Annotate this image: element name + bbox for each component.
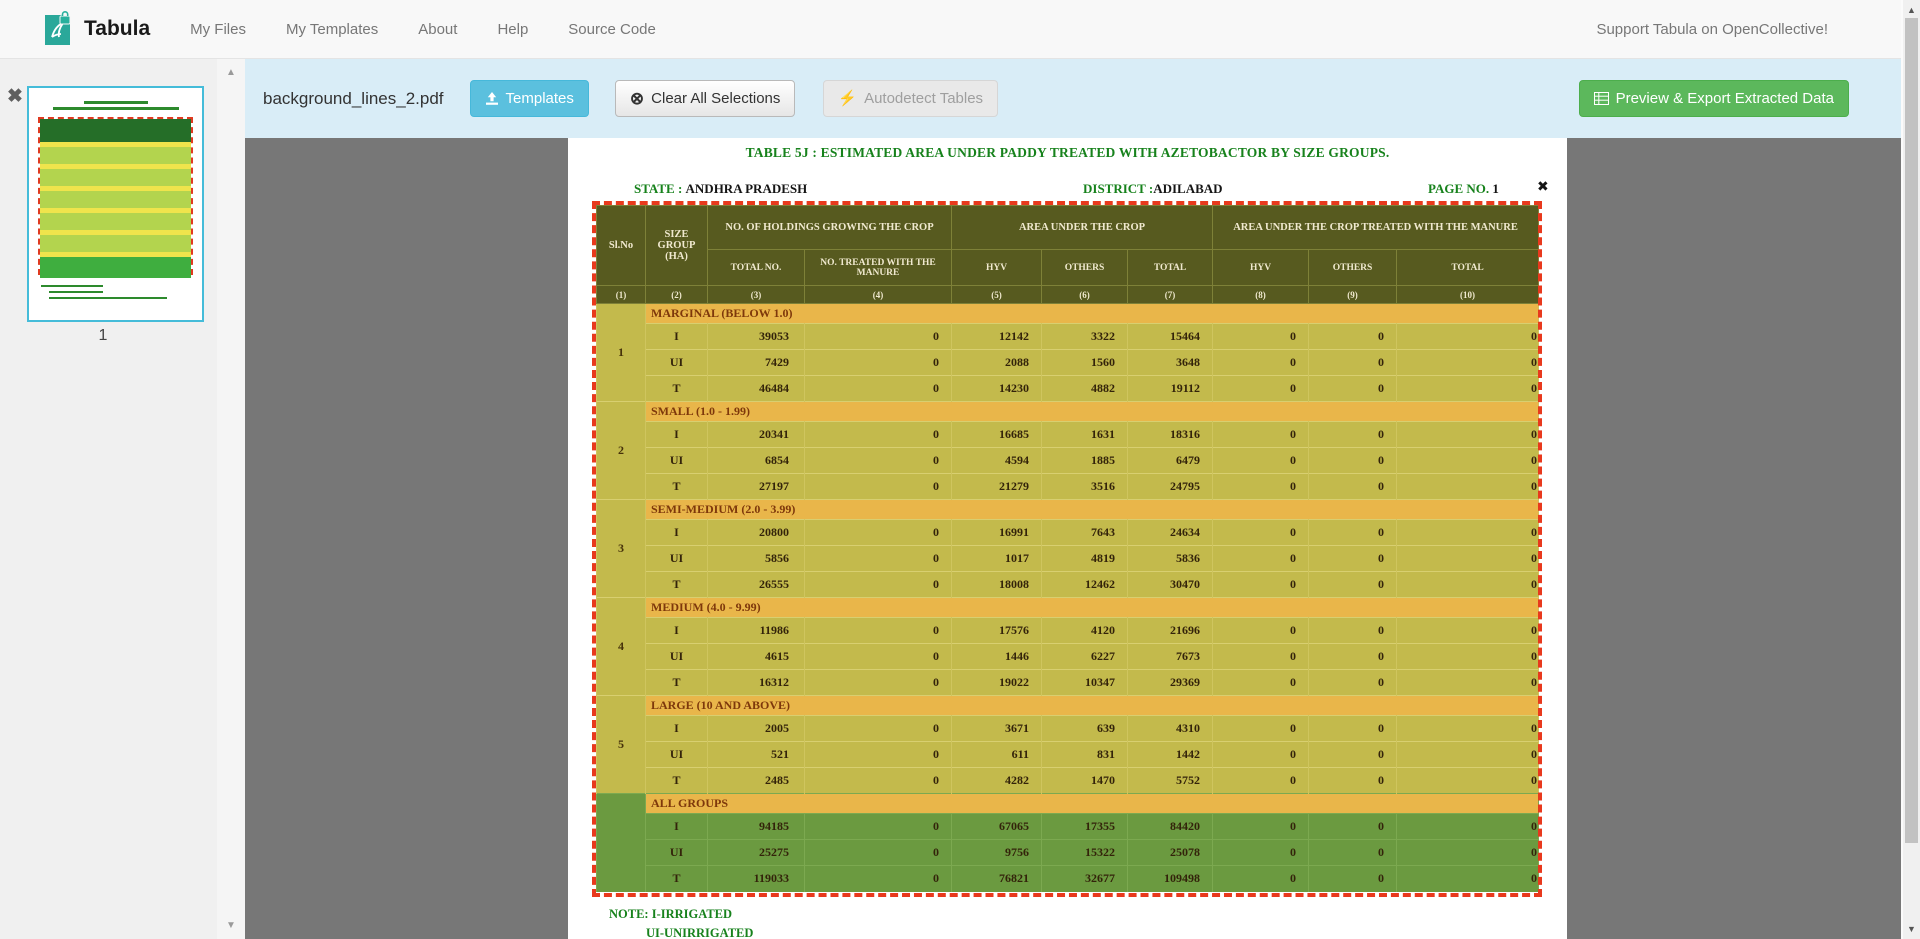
templates-button[interactable]: Templates [470, 80, 589, 117]
clear-label: Clear All Selections [651, 90, 780, 107]
state-field: STATE : ANDHRA PRADESH [634, 181, 807, 197]
window-scrollbar[interactable]: ▲ ▼ [1901, 0, 1920, 939]
brand-title[interactable]: Tabula [84, 17, 150, 41]
open-file-name: background_lines_2.pdf [263, 89, 444, 109]
upload-icon [485, 92, 499, 105]
templates-label: Templates [506, 90, 574, 107]
thumbnail-table-preview [38, 117, 193, 275]
district-field: DISTRICT :ADILABAD [1083, 181, 1223, 197]
autodetect-tables-button[interactable]: ⚡ Autodetect Tables [823, 80, 998, 117]
thumbnail-subtitle-line [53, 107, 179, 110]
scrollbar-down-icon[interactable]: ▼ [1903, 924, 1920, 934]
sidebar-scrollbar[interactable]: ▲ ▼ [217, 59, 245, 939]
navbar: Tabula My Files My Templates About Help … [0, 0, 1920, 59]
nav-about[interactable]: About [418, 21, 457, 38]
tabula-logo-icon[interactable] [43, 11, 73, 47]
page-thumbnail[interactable] [27, 86, 204, 322]
note-line-1: NOTE: I-IRRIGATED [609, 907, 732, 922]
nav-source-code[interactable]: Source Code [568, 21, 656, 38]
preview-export-button[interactable]: Preview & Export Extracted Data [1579, 80, 1849, 117]
note-line-2: UI-UNIRRIGATED [646, 926, 753, 939]
autodetect-label: Autodetect Tables [864, 90, 983, 107]
support-link[interactable]: Support Tabula on OpenCollective! [1596, 21, 1828, 38]
scroll-down-icon[interactable]: ▼ [217, 920, 245, 931]
pdf-table-region: Sl.NoSIZE GROUP (HA)NO. OF HOLDINGS GROW… [596, 205, 1538, 893]
scroll-up-icon[interactable]: ▲ [217, 67, 245, 78]
scrollbar-thumb[interactable] [1905, 18, 1918, 843]
thumbnail-close-icon[interactable]: ✖ [7, 85, 23, 108]
table-list-icon [1594, 92, 1609, 105]
export-label: Preview & Export Extracted Data [1616, 90, 1834, 107]
scrollbar-up-icon[interactable]: ▲ [1903, 5, 1920, 15]
nav-help[interactable]: Help [497, 21, 528, 38]
clear-all-selections-button[interactable]: ⊗ Clear All Selections [615, 80, 795, 117]
toolbar: background_lines_2.pdf Templates ⊗ Clear… [245, 59, 1901, 138]
thumbnail-note-line [49, 291, 103, 293]
nav-my-files[interactable]: My Files [190, 21, 246, 38]
clear-icon: ⊗ [630, 90, 644, 107]
document-title: TABLE 5J : ESTIMATED AREA UNDER PADDY TR… [568, 145, 1567, 161]
page-thumbnail-sidebar: ✖ 1 ▲ ▼ [0, 59, 245, 939]
thumbnail-note-line [41, 285, 103, 287]
pdf-page[interactable]: TABLE 5J : ESTIMATED AREA UNDER PADDY TR… [568, 138, 1567, 939]
thumbnail-title-line [84, 101, 148, 104]
page-no-field: PAGE NO. 1 [1428, 181, 1499, 197]
lightning-icon: ⚡ [838, 91, 857, 106]
table-selection-box[interactable] [592, 201, 1542, 897]
nav-my-templates[interactable]: My Templates [286, 21, 378, 38]
thumbnail-page-number: 1 [0, 327, 206, 345]
selection-delete-icon[interactable]: ✖ [1537, 179, 1549, 195]
thumbnail-note-line [49, 297, 167, 299]
pdf-viewer-area: TABLE 5J : ESTIMATED AREA UNDER PADDY TR… [245, 138, 1901, 939]
